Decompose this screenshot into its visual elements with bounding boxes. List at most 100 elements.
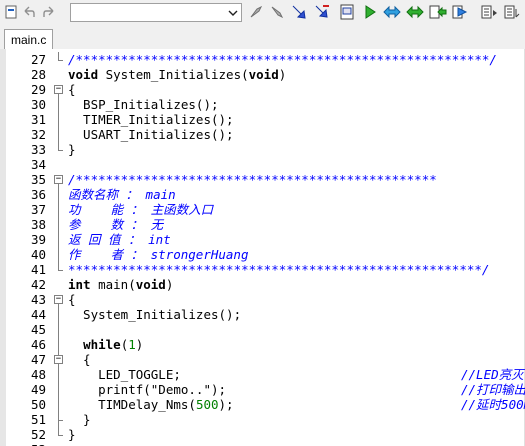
code-line[interactable]: 35 /*************************************… [0,172,525,187]
line-number: 52 [30,427,46,442]
code-comment: //打印输出 [461,382,525,397]
code-line[interactable]: 33} [0,142,525,157]
code-line[interactable]: 47 { [0,352,525,367]
code-line[interactable]: 51 } [0,412,525,427]
code-text: /***************************************… [68,52,497,67]
code-text: printf("Demo.."); [68,382,227,397]
code-line[interactable]: 39 返 回 值 ： int [0,232,525,247]
code-line[interactable]: 40 作 者 ： strongerHuang [0,247,525,262]
find-next-icon[interactable] [313,3,331,21]
code-text: 作 者 ： strongerHuang [68,247,249,262]
step-icon[interactable] [383,3,401,21]
code-line[interactable]: 30 BSP_Initializes(); [0,97,525,112]
code-text: TIMDelay_Nms(500); [68,397,234,412]
line-number: 27 [30,52,46,67]
code-text: USART_Initializes(); [68,127,234,142]
fold-toggle-icon[interactable]: − [54,85,63,94]
navigate-forward-icon[interactable] [268,3,286,21]
code-line[interactable]: 28 void System_Initializes(void) [0,67,525,82]
fold-end-mark [58,435,63,436]
code-comment: //延时500ms [461,397,525,412]
code-line[interactable]: 43 { [0,292,525,307]
undo-icon[interactable] [20,3,38,21]
fold-guide [58,184,59,270]
code-line[interactable]: 50 TIMDelay_Nms(500); //延时500ms [0,397,525,412]
bookmark-icon[interactable] [2,3,20,21]
fold-toggle-icon[interactable]: − [54,175,63,184]
code-line[interactable]: 34 [0,157,525,172]
code-text: void System_Initializes(void) [68,67,287,82]
code-line[interactable]: 36 函数名称 ： main [0,187,525,202]
code-text: System_Initializes(); [68,307,242,322]
line-number: 32 [30,127,46,142]
chevron-down-icon[interactable] [225,4,241,21]
line-number: 28 [30,67,46,82]
line-number: 42 [30,277,46,292]
line-number: 35 [30,172,46,187]
code-line[interactable]: 49 printf("Demo.."); //打印输出 [0,382,525,397]
line-number: 31 [30,112,46,127]
code-line[interactable]: 42 int main(void) [0,277,525,292]
code-text: int main(void) [68,277,174,292]
line-number: 34 [30,157,46,172]
fold-toggle-icon[interactable]: − [54,295,63,304]
debug-window-icon[interactable] [338,3,356,21]
code-line[interactable]: 46 while(1) [0,337,525,352]
line-number: 47 [30,352,46,367]
code-line[interactable]: 29 { [0,82,525,97]
code-text: } [68,412,91,427]
line-number: 36 [30,187,46,202]
step-over-icon[interactable] [406,3,424,21]
fold-guide [58,364,59,420]
code-text: } [68,427,76,442]
code-text: /***************************************… [68,172,437,187]
line-number: 51 [30,412,46,427]
find-icon[interactable] [290,3,308,21]
line-number: 45 [30,322,46,337]
line-number: 53 [6,442,46,446]
line-number: 46 [30,337,46,352]
fold-end-mark [58,60,63,61]
code-line[interactable]: 38 参 数 ： 无 [0,217,525,232]
line-number: 49 [30,382,46,397]
line-number: 37 [30,202,46,217]
code-line[interactable]: 53 [0,442,525,446]
fold-end-mark [58,420,63,421]
redo-icon[interactable] [40,3,58,21]
fold-toggle-icon[interactable]: − [54,355,63,364]
fold-end-mark [58,270,63,271]
line-number: 33 [30,142,46,157]
code-text: BSP_Initializes(); [68,97,219,112]
run-icon[interactable] [361,3,379,21]
code-line[interactable]: 32 USART_Initializes(); [0,127,525,142]
tab-bar: main.c [0,26,525,50]
navigate-back-icon[interactable] [247,3,265,21]
code-text: while(1) [83,337,144,352]
line-number: 38 [30,217,46,232]
build-icon[interactable] [504,3,522,21]
code-line[interactable]: 44 System_Initializes(); [0,307,525,322]
code-line[interactable]: 41 **************************************… [0,262,525,277]
code-line[interactable]: 27 /*************************************… [0,52,525,67]
code-text: } [68,142,76,157]
tab-main-c[interactable]: main.c [4,29,54,50]
step-out-icon[interactable] [429,3,447,21]
line-number: 48 [30,367,46,382]
code-line[interactable]: 48 LED_TOGGLE; //LED亮灭 [0,367,525,382]
code-text: 功 能 ： 主函数入口 [68,202,214,217]
fold-end-mark [58,150,63,151]
code-text: { [68,292,76,307]
code-line[interactable]: 31 TIMER_Initializes(); [0,112,525,127]
toolbar [0,0,525,27]
code-line[interactable]: 52} [0,427,525,442]
code-text: { [68,82,76,97]
code-line[interactable]: 37 功 能 ： 主函数入口 [0,202,525,217]
options-icon[interactable] [481,3,499,21]
line-number: 29 [30,82,46,97]
line-number: 30 [30,97,46,112]
code-editor[interactable]: 27 /*************************************… [0,49,525,446]
run-to-cursor-icon[interactable] [452,3,470,21]
find-combo[interactable] [70,3,242,22]
code-line[interactable]: 45 [0,322,525,337]
line-number: 39 [30,232,46,247]
